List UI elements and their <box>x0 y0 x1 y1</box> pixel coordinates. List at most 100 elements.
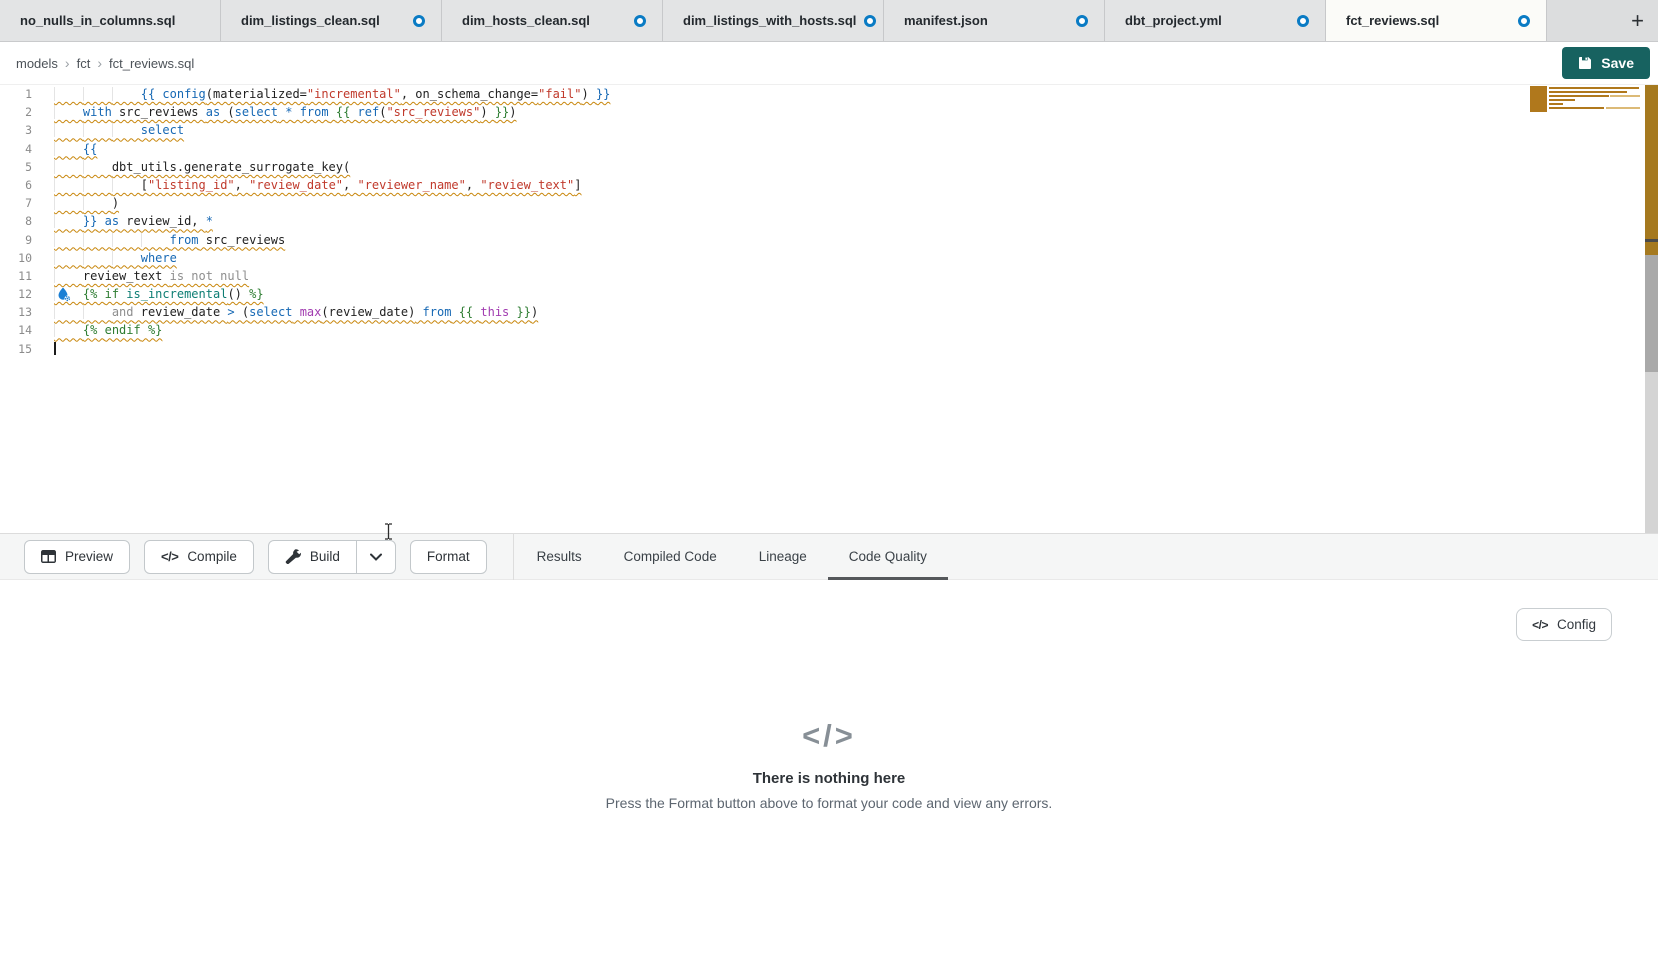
code-line-text: {% endif %} <box>54 321 162 339</box>
preview-button[interactable]: Preview <box>24 540 130 574</box>
unsaved-changes-dot-icon[interactable] <box>864 15 876 27</box>
file-tab[interactable]: dim_listings_clean.sql <box>221 0 442 41</box>
config-button-label: Config <box>1557 617 1596 632</box>
breadcrumb-item-file[interactable]: fct_reviews.sql <box>109 56 194 71</box>
breadcrumb-item-fct[interactable]: fct <box>77 56 91 71</box>
minimap-bar <box>1549 107 1604 109</box>
chevron-down-icon <box>370 553 382 561</box>
code-icon: </> <box>1532 618 1548 632</box>
line-number: 13 <box>0 303 32 321</box>
floppy-disk-icon <box>1578 56 1592 70</box>
file-tab[interactable]: fct_reviews.sql <box>1326 0 1547 41</box>
breadcrumb-item-models[interactable]: models <box>16 56 58 71</box>
panel-tabs: ResultsCompiled CodeLineageCode Quality <box>516 534 948 579</box>
minimap-bar <box>1610 95 1640 97</box>
code-icon: </> <box>161 549 178 564</box>
preview-button-label: Preview <box>65 549 113 564</box>
line-number: 11 <box>0 267 32 285</box>
file-tab[interactable]: dbt_project.yml <box>1105 0 1326 41</box>
line-number: 6 <box>0 176 32 194</box>
code-line[interactable]: 2 with src_reviews as (select * from {{ … <box>0 103 1658 121</box>
code-line[interactable]: 7 ) <box>0 194 1658 212</box>
line-number: 2 <box>0 103 32 121</box>
panel-tab-lineage[interactable]: Lineage <box>738 534 828 579</box>
panel-tab-code-quality[interactable]: Code Quality <box>828 534 948 579</box>
line-number: 3 <box>0 121 32 139</box>
code-line[interactable]: 1 {{ config(materialized="incremental", … <box>0 85 1658 103</box>
code-line[interactable]: 14 {% endif %} <box>0 321 1658 339</box>
scrollbar-position-line <box>1645 239 1658 242</box>
code-quality-panel: </> Config </> There is nothing here Pre… <box>0 580 1658 953</box>
save-button[interactable]: Save <box>1562 47 1650 79</box>
breadcrumb-chevron-icon: › <box>97 55 102 71</box>
code-line[interactable]: 6 ["listing_id", "review_date", "reviewe… <box>0 176 1658 194</box>
code-line-text: {% if is_incremental() %} <box>54 285 264 303</box>
unsaved-changes-dot-icon[interactable] <box>1518 15 1530 27</box>
minimap-bar <box>1549 99 1575 101</box>
panel-tab-results[interactable]: Results <box>516 534 603 579</box>
file-tab-label: manifest.json <box>904 13 988 28</box>
build-button-label: Build <box>310 549 340 564</box>
scrollbar-warning-marks <box>1645 85 1658 255</box>
code-line-text: with src_reviews as (select * from {{ re… <box>54 103 517 121</box>
minimap-bar <box>1606 107 1640 109</box>
code-line-text: }} as review_id, * <box>54 212 213 230</box>
code-line[interactable]: 8 }} as review_id, * <box>0 212 1658 230</box>
line-number: 8 <box>0 212 32 230</box>
line-number: 5 <box>0 158 32 176</box>
empty-state-subtitle: Press the Format button above to format … <box>0 795 1658 811</box>
minimap-bar <box>1549 91 1627 93</box>
code-line[interactable]: 4 {{ <box>0 140 1658 158</box>
build-button[interactable]: Build <box>269 541 356 573</box>
line-number: 10 <box>0 249 32 267</box>
code-line[interactable]: 5 dbt_utils.generate_surrogate_key( <box>0 158 1658 176</box>
text-caret <box>54 342 56 355</box>
file-tab-label: dim_hosts_clean.sql <box>462 13 590 28</box>
code-editor[interactable]: 1 {{ config(materialized="incremental", … <box>0 85 1658 533</box>
tabbar-spacer: + <box>1547 0 1658 41</box>
save-button-label: Save <box>1601 55 1634 71</box>
format-button[interactable]: Format <box>410 540 487 574</box>
code-line[interactable]: 13 and review_date > (select max(review_… <box>0 303 1658 321</box>
build-split-button: Build <box>268 540 396 574</box>
editor-scrollbar[interactable] <box>1645 85 1658 533</box>
code-line-text: {{ <box>54 140 97 158</box>
line-number: 12 <box>0 285 32 303</box>
file-tab[interactable]: dim_hosts_clean.sql <box>442 0 663 41</box>
line-number: 14 <box>0 321 32 339</box>
toolbar-divider <box>513 533 514 580</box>
config-button[interactable]: </> Config <box>1516 608 1612 641</box>
code-line-text: from src_reviews <box>54 231 285 249</box>
code-line[interactable]: 11 review_text is not null <box>0 267 1658 285</box>
hammer-icon <box>285 549 301 564</box>
file-tab[interactable]: manifest.json <box>884 0 1105 41</box>
code-line-text: where <box>54 249 177 267</box>
code-action-drop-icon[interactable] <box>57 287 71 302</box>
unsaved-changes-dot-icon[interactable] <box>634 15 646 27</box>
file-tab[interactable]: no_nulls_in_columns.sql <box>0 0 221 41</box>
code-line[interactable]: 12 {% if is_incremental() %} <box>0 285 1658 303</box>
mouse-ibeam-cursor <box>384 523 393 540</box>
code-line[interactable]: 15 <box>0 340 1658 358</box>
panel-tab-compiled-code[interactable]: Compiled Code <box>603 534 738 579</box>
code-line[interactable]: 10 where <box>0 249 1658 267</box>
code-lines: 1 {{ config(materialized="incremental", … <box>0 85 1658 358</box>
minimap[interactable] <box>1530 84 1642 116</box>
line-number: 9 <box>0 231 32 249</box>
empty-state-title: There is nothing here <box>0 770 1658 787</box>
code-line[interactable]: 9 from src_reviews <box>0 231 1658 249</box>
code-line-text: ) <box>54 194 119 212</box>
code-line[interactable]: 3 select <box>0 121 1658 139</box>
code-line-text: {{ config(materialized="incremental", on… <box>54 85 610 103</box>
unsaved-changes-dot-icon[interactable] <box>1076 15 1088 27</box>
unsaved-changes-dot-icon[interactable] <box>1297 15 1309 27</box>
build-options-button[interactable] <box>356 541 395 573</box>
file-tab-label: no_nulls_in_columns.sql <box>20 13 175 28</box>
file-tab[interactable]: dim_listings_with_hosts.sql <box>663 0 884 41</box>
unsaved-changes-dot-icon[interactable] <box>413 15 425 27</box>
empty-state: </> There is nothing here Press the Form… <box>0 718 1658 811</box>
new-tab-button[interactable]: + <box>1631 10 1644 32</box>
code-brackets-icon: </> <box>0 718 1658 754</box>
compile-button[interactable]: </> Compile <box>144 540 254 574</box>
file-tab-label: fct_reviews.sql <box>1346 13 1439 28</box>
